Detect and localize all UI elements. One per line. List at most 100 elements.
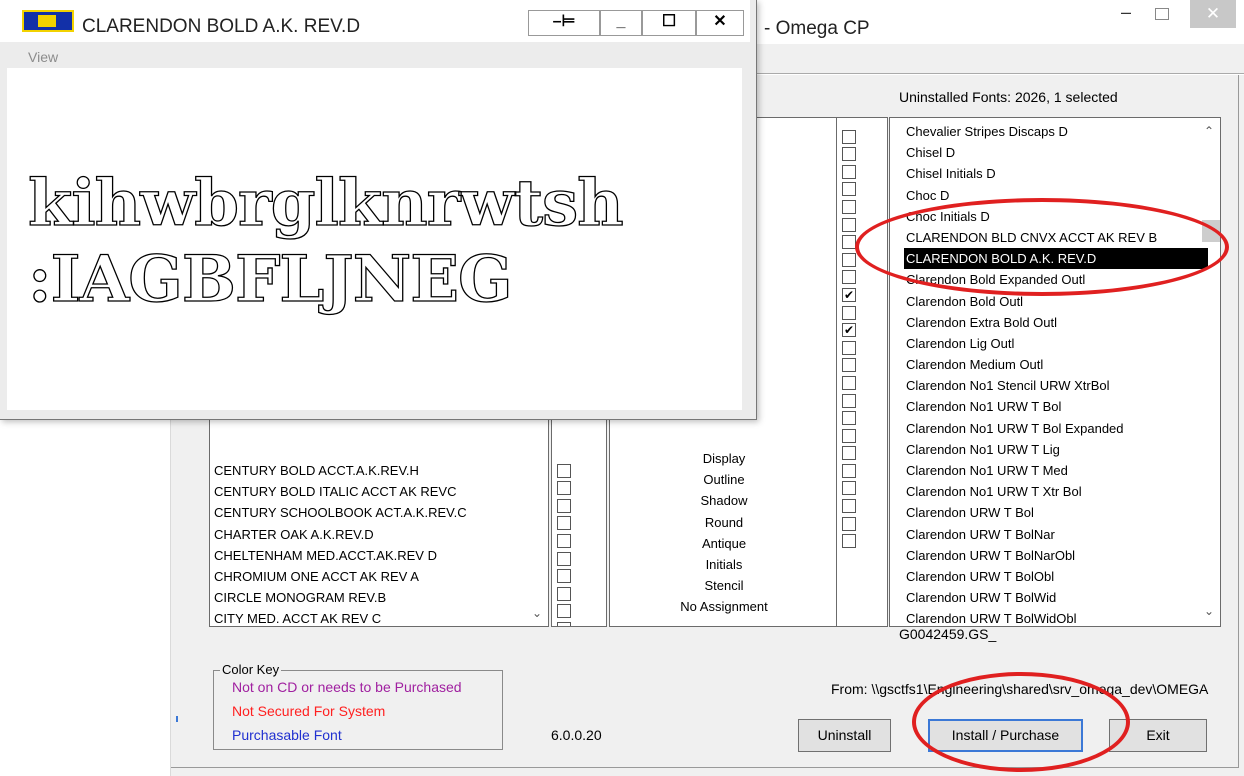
uninstalled-font-checkbox[interactable] bbox=[842, 129, 856, 144]
installed-font-item[interactable]: CENTURY BOLD ITALIC ACCT AK REVC bbox=[214, 481, 532, 502]
style-category-item[interactable]: Outline bbox=[610, 469, 838, 490]
uninstalled-font-checkbox[interactable] bbox=[842, 375, 856, 390]
uninstalled-font-item[interactable]: Chevalier Stripes Discaps D bbox=[904, 121, 1208, 142]
installed-font-item[interactable]: CHELTENHAM MED.ACCT.AK.REV D bbox=[214, 545, 532, 566]
uninstalled-font-checkbox[interactable] bbox=[842, 182, 856, 197]
uninstalled-font-checkbox[interactable] bbox=[842, 534, 856, 549]
preview-close-button[interactable]: ✕ bbox=[696, 10, 744, 36]
uninstalled-font-checkbox[interactable]: ✔ bbox=[842, 287, 856, 302]
installed-font-checkbox[interactable] bbox=[557, 533, 571, 548]
pin-button[interactable]: –⊨ bbox=[528, 10, 600, 36]
uninstalled-checkbox-column: ✔ ✔ bbox=[836, 117, 888, 627]
style-category-item[interactable]: Stencil bbox=[610, 575, 838, 596]
selected-file-name: G0042459.GS_ bbox=[899, 626, 997, 642]
uninstalled-fonts-list[interactable]: Chevalier Stripes Discaps D Chisel D Chise… bbox=[889, 117, 1221, 627]
color-key-item-not-secured: Not Secured For System bbox=[232, 703, 386, 719]
installed-font-checkbox[interactable] bbox=[557, 604, 571, 619]
font-sample-uppercase: :IAGBFLJNEG bbox=[27, 241, 513, 317]
main-window-title: - Omega CP bbox=[764, 18, 870, 39]
app-icon bbox=[22, 10, 74, 32]
uninstalled-font-item[interactable]: Clarendon URW T BolWid bbox=[904, 587, 1208, 608]
minimize-button[interactable]: – bbox=[1115, 3, 1137, 26]
uninstalled-font-checkbox[interactable] bbox=[842, 481, 856, 496]
style-category-item[interactable]: Display bbox=[610, 448, 838, 469]
uninstalled-font-item[interactable]: Chisel Initials D bbox=[904, 163, 1208, 184]
uninstalled-font-item[interactable]: Clarendon Lig Outl bbox=[904, 333, 1208, 354]
uninstalled-font-checkbox[interactable] bbox=[842, 463, 856, 478]
uninstalled-font-checkbox[interactable] bbox=[842, 305, 856, 320]
preview-minimize-button[interactable]: _ bbox=[600, 10, 642, 36]
uninstalled-font-item[interactable]: Clarendon Extra Bold Outl bbox=[904, 312, 1208, 333]
installed-font-item[interactable]: CITY MED. ACCT AK REV C bbox=[214, 608, 532, 626]
version-label: 6.0.0.20 bbox=[551, 727, 602, 743]
close-button[interactable]: ✕ bbox=[1190, 0, 1236, 28]
desktop: - Omega CP – ✕ Uninstalled Fonts: 2026, … bbox=[0, 0, 1244, 776]
font-sample-canvas: kihwbrglknrwtsh :IAGBFLJNEG bbox=[7, 68, 742, 410]
installed-font-checkbox[interactable] bbox=[557, 516, 571, 531]
uninstalled-font-checkbox[interactable] bbox=[842, 147, 856, 162]
uninstalled-font-item[interactable]: Clarendon No1 URW T Bol bbox=[904, 396, 1208, 417]
maximize-button[interactable] bbox=[1155, 8, 1169, 20]
installed-font-checkbox[interactable] bbox=[557, 463, 571, 478]
installed-font-checkbox[interactable] bbox=[557, 586, 571, 601]
uninstalled-font-checkbox[interactable] bbox=[842, 516, 856, 531]
style-category-item[interactable]: Shadow bbox=[610, 490, 838, 511]
installed-font-item[interactable]: CENTURY BOLD ACCT.A.K.REV.H bbox=[214, 460, 532, 481]
uninstalled-font-item[interactable]: Clarendon URW T BolObl bbox=[904, 566, 1208, 587]
chevron-down-icon[interactable]: ⌄ bbox=[1200, 604, 1218, 620]
installed-font-item[interactable]: CHARTER OAK A.K.REV.D bbox=[214, 524, 532, 545]
font-preview-window: CLARENDON BOLD A.K. REV.D –⊨ _ ☐ ✕ View … bbox=[0, 0, 757, 420]
uninstall-button[interactable]: Uninstall bbox=[798, 719, 891, 752]
uninstalled-font-checkbox[interactable] bbox=[842, 340, 856, 355]
uninstalled-font-checkbox[interactable] bbox=[842, 393, 856, 408]
style-category-item[interactable]: Initials bbox=[610, 554, 838, 575]
color-key-item-purchasable: Purchasable Font bbox=[232, 727, 342, 743]
uninstalled-font-checkbox[interactable] bbox=[842, 499, 856, 514]
installed-font-checkbox[interactable] bbox=[557, 498, 571, 513]
uninstalled-font-item[interactable]: Clarendon No1 URW T Xtr Bol bbox=[904, 481, 1208, 502]
installed-font-checkbox[interactable] bbox=[557, 621, 571, 626]
preview-maximize-button[interactable]: ☐ bbox=[642, 10, 696, 36]
installed-font-checkbox[interactable] bbox=[557, 569, 571, 584]
uninstalled-font-item[interactable]: Clarendon No1 URW T Bol Expanded bbox=[904, 418, 1208, 439]
style-category-item[interactable]: Round bbox=[610, 512, 838, 533]
uninstalled-font-checkbox[interactable] bbox=[842, 164, 856, 179]
uninstalled-font-checkbox[interactable] bbox=[842, 270, 856, 285]
uninstalled-font-checkbox[interactable] bbox=[842, 252, 856, 267]
uninstalled-font-checkbox[interactable] bbox=[842, 217, 856, 232]
uninstalled-font-checkbox[interactable]: ✔ bbox=[842, 323, 856, 338]
installed-font-checkbox[interactable] bbox=[557, 551, 571, 566]
uninstalled-font-item[interactable]: Clarendon URW T BolWidObl bbox=[904, 608, 1208, 626]
chevron-up-icon[interactable]: ⌃ bbox=[1200, 124, 1218, 140]
color-key-item-purchase: Not on CD or needs to be Purchased bbox=[232, 679, 462, 695]
installed-font-item[interactable]: CENTURY SCHOOLBOOK ACT.A.K.REV.C bbox=[214, 502, 532, 523]
uninstalled-font-item[interactable]: Clarendon Medium Outl bbox=[904, 354, 1208, 375]
menu-view[interactable]: View bbox=[28, 49, 58, 65]
uninstalled-font-item[interactable]: Clarendon No1 URW T Med bbox=[904, 460, 1208, 481]
uninstalled-fonts-label: Uninstalled Fonts: 2026, 1 selected bbox=[899, 89, 1118, 105]
uninstalled-font-item[interactable]: Clarendon URW T Bol bbox=[904, 502, 1208, 523]
annotation-ellipse-install-button bbox=[912, 672, 1130, 772]
uninstalled-font-checkbox[interactable] bbox=[842, 199, 856, 214]
uninstalled-font-checkbox[interactable] bbox=[842, 446, 856, 461]
installed-font-item[interactable]: CIRCLE MONOGRAM REV.B bbox=[214, 587, 532, 608]
uninstalled-font-checkbox[interactable] bbox=[842, 235, 856, 250]
style-category-item[interactable]: No Assignment bbox=[610, 596, 838, 617]
uninstalled-font-item[interactable]: Clarendon No1 URW T Lig bbox=[904, 439, 1208, 460]
preview-menu-bar: View bbox=[5, 44, 748, 68]
color-key-legend: Color Key bbox=[220, 662, 282, 677]
uninstalled-font-checkbox[interactable] bbox=[842, 428, 856, 443]
installed-font-item[interactable]: CHROMIUM ONE ACCT AK REV A bbox=[214, 566, 532, 587]
preview-title-bar[interactable]: CLARENDON BOLD A.K. REV.D –⊨ _ ☐ ✕ bbox=[0, 0, 750, 42]
uninstalled-font-checkbox[interactable] bbox=[842, 358, 856, 373]
uninstalled-font-checkbox[interactable] bbox=[842, 411, 856, 426]
annotation-ellipse-selected-font bbox=[855, 198, 1229, 296]
uninstalled-font-item[interactable]: Clarendon URW T BolNarObl bbox=[904, 545, 1208, 566]
installed-font-checkbox[interactable] bbox=[557, 481, 571, 496]
style-category-item[interactable]: Antique bbox=[610, 533, 838, 554]
uninstalled-font-item[interactable]: Chisel D bbox=[904, 142, 1208, 163]
uninstalled-font-item[interactable]: Clarendon No1 Stencil URW XtrBol bbox=[904, 375, 1208, 396]
uninstalled-font-item[interactable]: Clarendon URW T BolNar bbox=[904, 524, 1208, 545]
focus-marker bbox=[176, 716, 178, 722]
chevron-down-icon[interactable]: ⌄ bbox=[528, 606, 546, 622]
